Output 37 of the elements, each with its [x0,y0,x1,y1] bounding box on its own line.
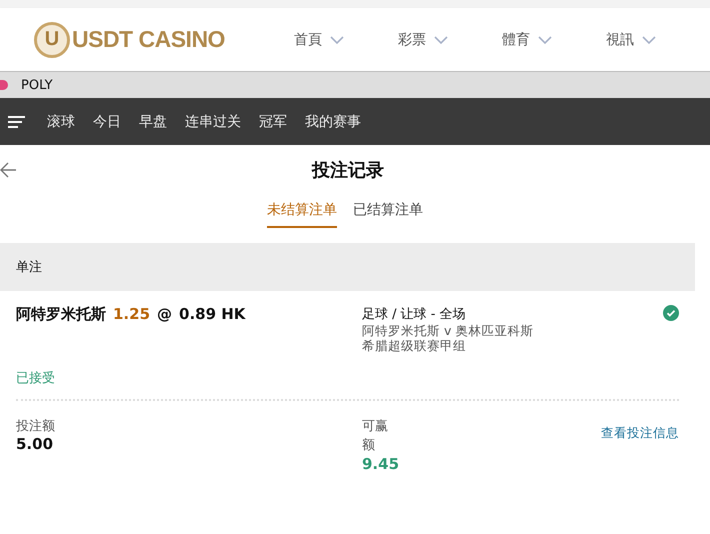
menu-icon[interactable] [8,116,25,128]
stake-label: 投注额 [16,418,56,435]
sports-nav-item[interactable]: 滚球 [47,112,75,130]
chevron-down-icon [642,36,656,44]
sports-nav-item[interactable]: 连串过关 [185,112,241,130]
nav-menu-item[interactable]: 首頁 [294,30,398,48]
tab-favicon-icon [0,80,8,90]
chevron-down-icon [330,36,344,44]
browser-tab-title[interactable]: POLY [21,78,53,92]
at-sign: @ [157,305,172,323]
stake-amount: 5.00 [16,435,54,453]
page-title: 投注记录 [312,159,384,182]
chevron-down-icon [434,36,448,44]
bet-status: 已接受 [16,370,56,387]
logo-emblem: U [34,22,70,58]
chevron-down-icon [538,36,552,44]
back-arrow-icon[interactable] [0,162,17,178]
payout-amount: 9.45 [362,455,400,473]
sports-nav-item[interactable]: 早盘 [139,112,167,130]
sports-nav-item[interactable]: 冠军 [259,112,287,130]
bet-details-link[interactable]: 查看投注信息 [601,425,679,442]
nav-menu-item[interactable]: 體育 [502,30,606,48]
logo-text: USDT CASINO [72,26,225,53]
nav-menu-item[interactable]: 彩票 [398,30,502,48]
selection-name: 阿特罗米托斯 [16,305,106,324]
section-title: 单注 [16,259,42,276]
handicap-value: 1.25 [113,305,150,323]
league-text: 希腊超级联赛甲组 [362,338,467,353]
tab[interactable]: 未结算注单 [267,195,337,228]
sports-nav-item[interactable]: 今日 [93,112,121,130]
odds-value: 0.89 HK [179,305,246,323]
match-text: 阿特罗米托斯 v 奥林匹亚科斯 [362,323,534,338]
market-text: 足球 / 让球 - 全场 [362,306,467,323]
tab[interactable]: 已结算注单 [353,195,423,228]
sports-nav-item[interactable]: 我的赛事 [305,112,361,130]
nav-menu-item[interactable]: 視訊 [606,30,710,48]
payout-label: 可赢额 [362,418,389,455]
